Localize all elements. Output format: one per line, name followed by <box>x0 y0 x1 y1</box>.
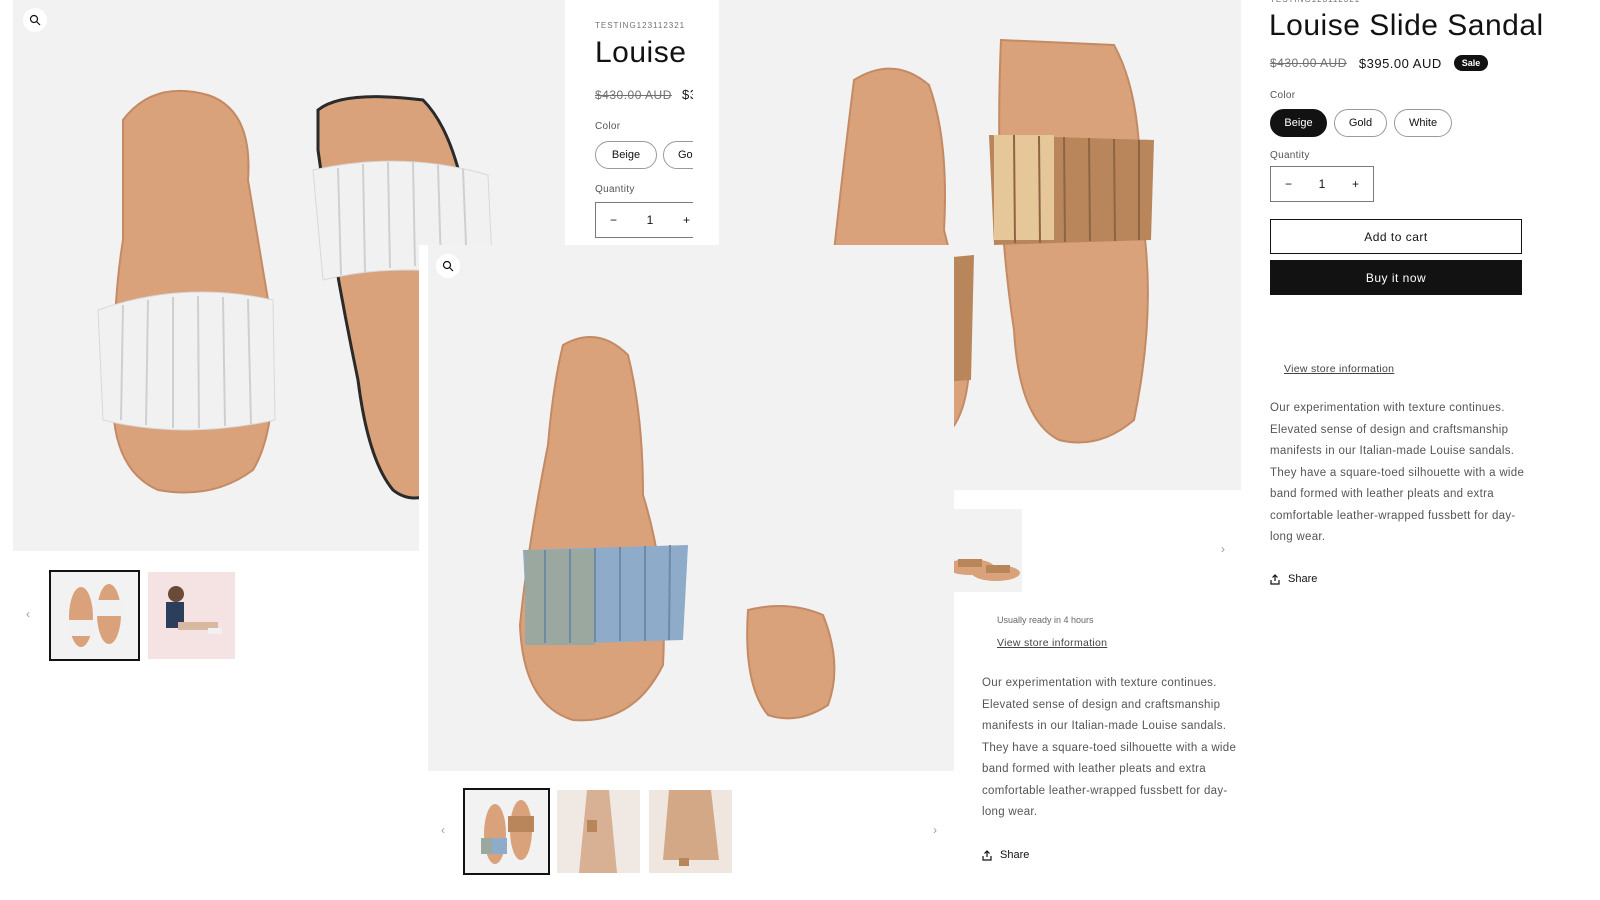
thumbnail-2[interactable] <box>557 790 640 873</box>
thumbnail-3[interactable] <box>649 790 732 873</box>
share-button[interactable]: Share <box>982 849 1029 861</box>
color-label: Color <box>1270 90 1296 101</box>
color-option-beige[interactable]: Beige <box>595 141 657 169</box>
thumbnail-image <box>557 790 640 873</box>
product-main-image-blue[interactable] <box>428 245 954 771</box>
zoom-icon <box>442 260 454 272</box>
add-to-cart-button[interactable]: Add to cart <box>1270 219 1522 254</box>
product-sku: TESTING123112321 <box>1270 0 1360 4</box>
color-label: Color <box>595 121 621 132</box>
share-button[interactable]: Share <box>1270 573 1317 585</box>
zoom-icon <box>29 14 41 26</box>
price-sale: $395.00 AUD <box>1358 55 1442 71</box>
product-title: Louise Slide Sandal <box>1269 9 1544 42</box>
chevron-right-icon[interactable]: › <box>1221 542 1225 556</box>
quantity-stepper[interactable]: − 1 + <box>595 202 693 238</box>
product-sku: TESTING123112321 <box>595 21 686 30</box>
quantity-label: Quantity <box>595 184 635 195</box>
price-original: $430.00 AUD <box>1270 56 1347 70</box>
quantity-value[interactable]: 1 <box>1319 177 1326 191</box>
color-option-beige[interactable]: Beige <box>1270 109 1327 137</box>
chevron-left-icon[interactable]: ‹ <box>26 607 30 621</box>
share-icon <box>1270 573 1280 585</box>
quantity-stepper[interactable]: − 1 + <box>1270 166 1374 202</box>
chevron-left-icon[interactable]: ‹ <box>441 823 445 837</box>
share-label: Share <box>1000 849 1030 861</box>
zoom-button[interactable] <box>436 254 460 278</box>
thumbnail-2[interactable] <box>148 572 235 659</box>
quantity-value[interactable]: 1 <box>647 213 654 227</box>
product-info-panel-1: TESTING123112321 Louise S $430.00 AUD $3… <box>565 0 693 245</box>
plus-icon[interactable]: + <box>1352 177 1359 191</box>
zoom-button[interactable] <box>23 8 47 32</box>
minus-icon[interactable]: − <box>610 213 617 227</box>
plus-icon[interactable]: + <box>683 213 690 227</box>
color-option-gold[interactable]: Go <box>663 141 693 169</box>
minus-icon[interactable]: − <box>1285 177 1292 191</box>
quantity-label: Quantity <box>1270 150 1310 161</box>
thumbnail-1[interactable] <box>463 788 550 875</box>
view-store-link[interactable]: View store information <box>1284 363 1394 375</box>
thumbnail-image <box>465 790 548 873</box>
product-description: Our experimentation with texture continu… <box>982 677 1237 818</box>
sale-badge: Sale <box>1453 55 1489 71</box>
chevron-right-icon[interactable]: › <box>933 823 937 837</box>
share-icon <box>982 849 992 861</box>
product-description: Our experimentation with texture continu… <box>1270 402 1525 543</box>
thumbnail-image <box>649 790 732 873</box>
thumbnail-image <box>51 572 138 659</box>
color-option-white[interactable]: White <box>1394 109 1452 137</box>
buy-now-button[interactable]: Buy it now <box>1270 260 1522 295</box>
pickup-availability: Usually ready in 4 hours <box>997 615 1094 625</box>
share-label: Share <box>1288 573 1318 585</box>
blue-sandals-photo <box>518 336 836 722</box>
thumbnail-image <box>148 572 235 659</box>
price-original: $430.00 AUD <box>595 88 672 102</box>
thumbnail-1[interactable] <box>49 570 140 661</box>
view-store-link[interactable]: View store information <box>997 637 1107 649</box>
color-option-gold[interactable]: Gold <box>1334 109 1387 137</box>
price-sale: $3 <box>682 87 693 102</box>
price-row: $430.00 AUD $395.00 AUD Sale <box>1270 55 1489 71</box>
product-title: Louise S <box>595 36 693 69</box>
